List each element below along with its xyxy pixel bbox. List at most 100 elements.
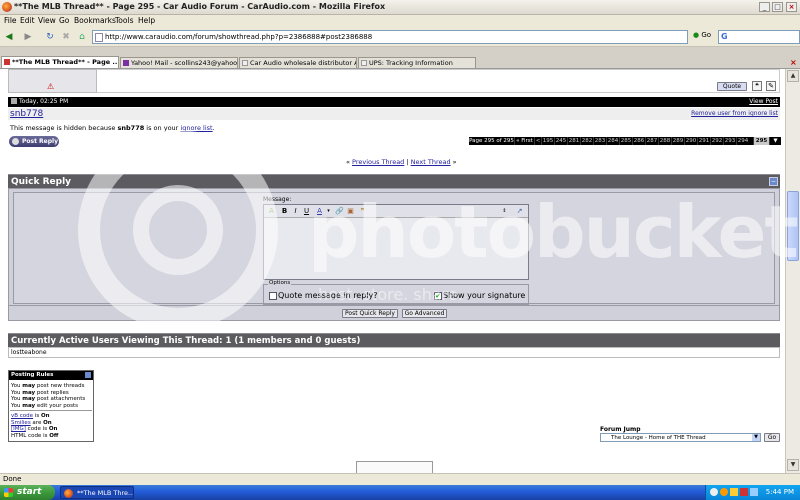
menu-edit[interactable]: Edit [20, 16, 35, 25]
page-link[interactable]: 285 [619, 137, 632, 145]
collapse-icon[interactable]: − [769, 177, 778, 186]
page-link[interactable]: 290 [684, 137, 697, 145]
go-button[interactable]: ● Go [693, 31, 711, 39]
close-button[interactable]: × [786, 2, 797, 12]
forum-jump-go-button[interactable]: Go [764, 433, 780, 442]
quote-icon[interactable]: ❞ [358, 207, 367, 216]
post-reply-button[interactable]: Post Reply [9, 136, 59, 147]
forward-icon[interactable]: ▶ [22, 31, 34, 43]
back-icon[interactable]: ◀ [3, 31, 15, 43]
bold-icon[interactable]: B [280, 207, 289, 216]
report-icon[interactable]: ⚠ [47, 82, 54, 91]
message-textarea[interactable] [264, 218, 528, 279]
smilies-link[interactable]: Smilies [11, 420, 31, 426]
active-user-link[interactable]: lostteabone [11, 349, 47, 356]
go-arrow-icon: ● [693, 31, 700, 39]
tab-mlb-thread[interactable]: **The MLB Thread** - Page ... [1, 56, 119, 68]
status-text: Done [3, 475, 22, 483]
tray-icon[interactable] [710, 488, 718, 496]
font-color-icon[interactable]: A [315, 207, 324, 216]
image-icon[interactable]: ▣ [346, 207, 355, 216]
pagination-first[interactable]: « First [514, 137, 534, 145]
menu-file[interactable]: File [4, 16, 17, 25]
underline-icon[interactable]: U [302, 207, 311, 216]
img-code-link[interactable]: [IMG] [11, 426, 26, 432]
tab-car-audio-wholesale[interactable]: Car Audio wholesale distributor Alpi... [239, 57, 357, 68]
resize-icon[interactable]: ⇕ [500, 207, 509, 216]
page-link[interactable]: 289 [671, 137, 684, 145]
quote-button[interactable]: Quote [717, 82, 747, 91]
active-users-header: Currently Active Users Viewing This Thre… [8, 333, 780, 347]
page-link[interactable]: 281 [567, 137, 580, 145]
quick-reply-icon[interactable]: ✎ [766, 81, 776, 91]
tab-ups-tracking[interactable]: UPS: Tracking Information [358, 57, 476, 68]
perm-pre: You [11, 396, 23, 402]
divider [10, 410, 92, 411]
quote-checkbox[interactable] [269, 292, 277, 300]
page-link[interactable]: 282 [580, 137, 593, 145]
maximize-button[interactable]: □ [772, 2, 783, 12]
scroll-thumb[interactable] [787, 191, 799, 261]
url-input[interactable]: http://www.caraudio.com/forum/showthread… [92, 30, 688, 44]
post-user-row: snb778 Remove user from ignore list [8, 108, 780, 120]
menu-view[interactable]: View [38, 16, 56, 25]
tray-icon[interactable] [730, 488, 738, 496]
post-username[interactable]: snb778 [10, 109, 43, 119]
remove-ignore-link[interactable]: Remove user from ignore list [691, 110, 778, 117]
multiquote-icon[interactable]: ❝ [752, 81, 762, 91]
menu-bookmarks[interactable]: Bookmarks [74, 16, 116, 25]
chevron-down-icon[interactable]: ▼ [752, 434, 760, 441]
page-link[interactable]: 287 [645, 137, 658, 145]
volume-icon[interactable] [750, 488, 758, 496]
tray-icon[interactable] [720, 488, 728, 496]
italic-icon[interactable]: I [291, 207, 300, 216]
taskbar-firefox-item[interactable]: **The MLB Thre... [60, 486, 134, 499]
pagination-prev[interactable]: < [534, 137, 541, 145]
previous-thread-link[interactable]: Previous Thread [352, 158, 404, 166]
close-tab-icon[interactable]: × [790, 58, 797, 67]
page-link[interactable]: 245 [554, 137, 567, 145]
start-button[interactable]: start [0, 485, 55, 500]
page-link[interactable]: 291 [697, 137, 710, 145]
page-link[interactable]: 195 [541, 137, 554, 145]
page-link[interactable]: 284 [606, 137, 619, 145]
page-link[interactable]: 283 [593, 137, 606, 145]
menu-go[interactable]: Go [59, 16, 69, 25]
post-quick-reply-button[interactable]: Post Quick Reply [342, 309, 398, 318]
scroll-down-icon[interactable]: ▼ [787, 459, 799, 471]
advertisement-banner[interactable] [356, 461, 433, 473]
page-link[interactable]: 293 [723, 137, 736, 145]
switch-mode-icon[interactable]: ↗ [515, 207, 524, 216]
home-icon[interactable]: ⌂ [76, 31, 88, 43]
reload-icon[interactable]: ↻ [44, 31, 56, 43]
vertical-scrollbar[interactable]: ▲ ▼ [785, 69, 800, 473]
vb-code-link[interactable]: vB code [11, 413, 33, 419]
view-post-link[interactable]: View Post [749, 98, 778, 105]
tab-yahoo-mail[interactable]: Yahoo! Mail - scollins243@yahoo.c... [120, 57, 238, 68]
chevron-down-icon[interactable]: ▾ [324, 207, 333, 216]
tray-icon[interactable] [740, 488, 748, 496]
collapse-icon[interactable] [85, 372, 91, 378]
scroll-up-icon[interactable]: ▲ [787, 70, 799, 82]
window-title: **The MLB Thread** - Page 295 - Car Audi… [14, 2, 386, 11]
menu-help[interactable]: Help [138, 16, 155, 25]
page-link[interactable]: 294 [736, 137, 749, 145]
reply-arrow-icon [12, 138, 19, 145]
go-advanced-button[interactable]: Go Advanced [402, 309, 447, 318]
page-link[interactable]: 286 [632, 137, 645, 145]
minimize-button[interactable]: _ [759, 2, 770, 12]
remove-format-icon[interactable]: A [267, 207, 276, 216]
signature-checkbox[interactable]: ✔ [434, 292, 442, 300]
editor-toolbar: A B I U A ▾ 🔗 ▣ ❞ ⇕ ↗ [264, 205, 528, 218]
link-icon[interactable]: 🔗 [335, 207, 344, 216]
ignore-list-link[interactable]: ignore list [180, 124, 212, 132]
page-link[interactable]: 288 [658, 137, 671, 145]
stop-icon[interactable]: ✖ [60, 31, 72, 43]
search-input[interactable]: G [718, 30, 800, 44]
pagination-menu-icon[interactable]: ▼ [769, 137, 781, 145]
forum-jump-select[interactable]: The Lounge - Home of THE Thread ▼ [600, 433, 761, 442]
menu-tools[interactable]: Tools [115, 16, 133, 25]
window-title-bar[interactable]: **The MLB Thread** - Page 295 - Car Audi… [0, 0, 800, 15]
next-thread-link[interactable]: Next Thread [411, 158, 451, 166]
page-link[interactable]: 292 [710, 137, 723, 145]
